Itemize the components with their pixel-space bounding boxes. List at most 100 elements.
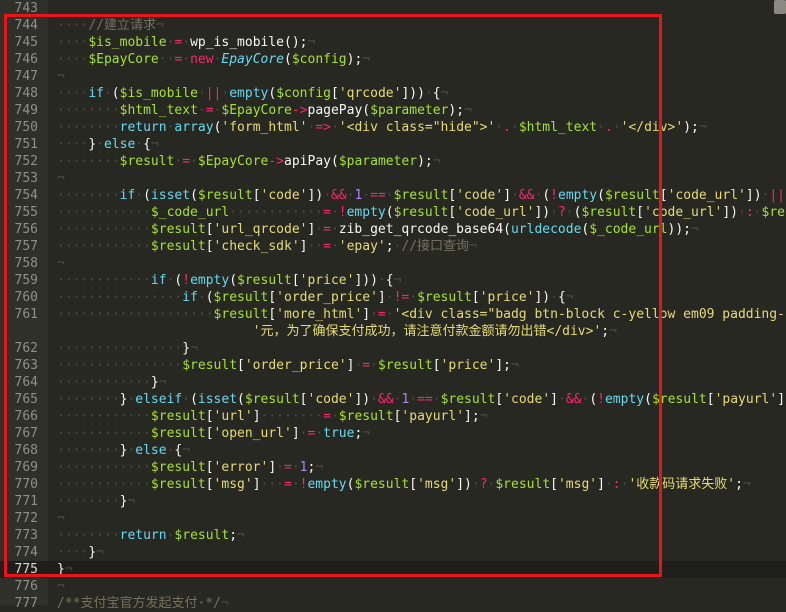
code-token: (	[190, 392, 198, 407]
code-token: $parameter	[339, 154, 417, 169]
code-token: !	[550, 188, 558, 203]
code-line[interactable]: 757············$result['check_sdk']··=·'…	[0, 238, 786, 255]
code-token: ]	[550, 392, 558, 407]
code-token: (	[268, 86, 276, 101]
code-line[interactable]: 744····//建立请求¬	[0, 17, 786, 34]
code-line[interactable]: 747¬	[0, 68, 786, 85]
code-line[interactable]: 756············$result['url_qrcode']·=·z…	[0, 221, 786, 238]
code-line[interactable]: 748····if·($is_mobile·||·empty($config['…	[0, 85, 786, 102]
line-text: ········}·else·{¬	[57, 442, 190, 459]
code-token: ····	[57, 545, 88, 560]
code-token: ])	[354, 392, 370, 407]
code-token: ·	[511, 188, 519, 203]
code-line[interactable]: 762················}¬	[0, 340, 786, 357]
code-token: if	[88, 86, 104, 101]
code-line[interactable]: 759············if·(!empty($result['price…	[0, 272, 786, 289]
code-line[interactable]: 753¬	[0, 170, 786, 187]
code-token: ····	[57, 86, 88, 101]
code-line[interactable]: 764············}¬	[0, 374, 786, 391]
line-number: 750	[0, 119, 38, 136]
line-number: 776	[0, 578, 38, 595]
code-token: ·	[409, 290, 417, 305]
code-line[interactable]: 772¬	[0, 510, 786, 527]
code-line[interactable]: 775}¬	[0, 561, 786, 578]
code-token: ··	[307, 239, 323, 254]
code-token: 'url_qrcode'	[214, 222, 308, 237]
code-line[interactable]: 761····················$result['more_htm…	[0, 306, 786, 323]
code-line[interactable]: 752········$result·=·$EpayCore->apiPay($…	[0, 153, 786, 170]
scrollbar-thumb[interactable]	[774, 0, 786, 14]
code-token: (	[229, 273, 237, 288]
code-token: $result	[339, 409, 394, 424]
code-line[interactable]: 773········return·$result;¬	[0, 527, 786, 544]
code-line[interactable]: 758¬	[0, 255, 786, 272]
code-token: ]	[503, 188, 511, 203]
code-line[interactable]: 765········}·elseif·(isset($result['code…	[0, 391, 786, 408]
code-token: (	[143, 188, 151, 203]
code-token: ¬	[156, 18, 164, 33]
code-token: ····················	[57, 307, 214, 322]
code-token: ·	[292, 460, 300, 475]
code-line[interactable]: 770············$result['msg']···=·!empty…	[0, 476, 786, 493]
code-token: ||	[769, 188, 785, 203]
line-number: 772	[0, 510, 38, 527]
code-line[interactable]: 777/**支付宝官方发起支付·*/¬	[0, 595, 786, 612]
code-line[interactable]: 776¬	[0, 578, 786, 595]
code-line[interactable]: 766············$result['url']········=·$…	[0, 408, 786, 425]
line-text: ········$html_text·=·$EpayCore->pagePay(…	[57, 102, 472, 119]
code-token: 'code'	[456, 188, 503, 203]
code-line[interactable]: 755············$_code_url············=·!…	[0, 204, 786, 221]
code-line[interactable]: 771········}¬	[0, 493, 786, 510]
code-token: );	[683, 120, 699, 135]
code-token: $resu	[762, 205, 786, 220]
code-token: [	[206, 239, 214, 254]
code-token: 'msg'	[417, 477, 456, 492]
code-token: ········	[57, 188, 120, 203]
code-token: ·	[135, 188, 143, 203]
code-line[interactable]: 760················if·($result['order_pr…	[0, 289, 786, 306]
code-line[interactable]: 768········}·else·{¬	[0, 442, 786, 459]
code-token: $result	[182, 358, 237, 373]
code-token: $result	[174, 528, 229, 543]
code-line[interactable]: 769············$result['error']·=·1;¬	[0, 459, 786, 476]
code-token: ········	[261, 409, 324, 424]
code-editor[interactable]: 743744····//建立请求¬745····$is_mobile·=·wp_…	[0, 0, 786, 605]
code-line[interactable]: '元，为了确保支付成功，请注意付款金额请勿出错</div>';¬	[0, 323, 786, 340]
code-line[interactable]: 750········return·array('form_html'·=>·'…	[0, 119, 786, 136]
code-token: 'payurl'	[715, 392, 778, 407]
code-token: 'msg'	[558, 477, 597, 492]
line-text: ····//建立请求¬	[57, 17, 164, 34]
code-line[interactable]: 745····$is_mobile·=·wp_is_mobile();¬	[0, 34, 786, 51]
code-token: $result	[605, 188, 660, 203]
code-token: =	[362, 358, 370, 373]
code-token: ····	[57, 52, 88, 67]
code-token: //接口查询	[401, 239, 469, 254]
code-token: ·	[331, 409, 339, 424]
code-token: ¬	[151, 137, 159, 152]
code-token: ········	[57, 392, 120, 407]
line-text: /**支付宝官方发起支付·*/¬	[57, 595, 229, 612]
code-token: $EpayCore	[88, 52, 158, 67]
code-token: );	[448, 103, 464, 118]
code-token: [	[660, 188, 668, 203]
code-token: ·	[495, 120, 503, 135]
line-number: 767	[0, 425, 38, 442]
code-token: $_code_url	[589, 222, 667, 237]
line-number: 743	[0, 0, 38, 17]
code-token: (	[589, 392, 597, 407]
code-token: !	[182, 273, 190, 288]
code-token: $result	[417, 290, 472, 305]
code-line[interactable]: 746····$EpayCore··=·new·EpayCore($config…	[0, 51, 786, 68]
code-line[interactable]: 767············$result['open_url']·=·tru…	[0, 425, 786, 442]
code-token: ·	[558, 392, 566, 407]
code-line[interactable]: 751····}·else·{¬	[0, 136, 786, 153]
code-token: ········	[57, 494, 120, 509]
code-token: [	[472, 290, 480, 305]
code-line[interactable]: 754········if·(isset($result['code'])·&&…	[0, 187, 786, 204]
code-line[interactable]: 774····}¬	[0, 544, 786, 561]
line-number: 762	[0, 340, 38, 357]
code-token: ········	[57, 154, 120, 169]
code-line[interactable]: 743	[0, 0, 786, 17]
code-line[interactable]: 763················$result['order_price'…	[0, 357, 786, 374]
code-line[interactable]: 749········$html_text·=·$EpayCore->pageP…	[0, 102, 786, 119]
